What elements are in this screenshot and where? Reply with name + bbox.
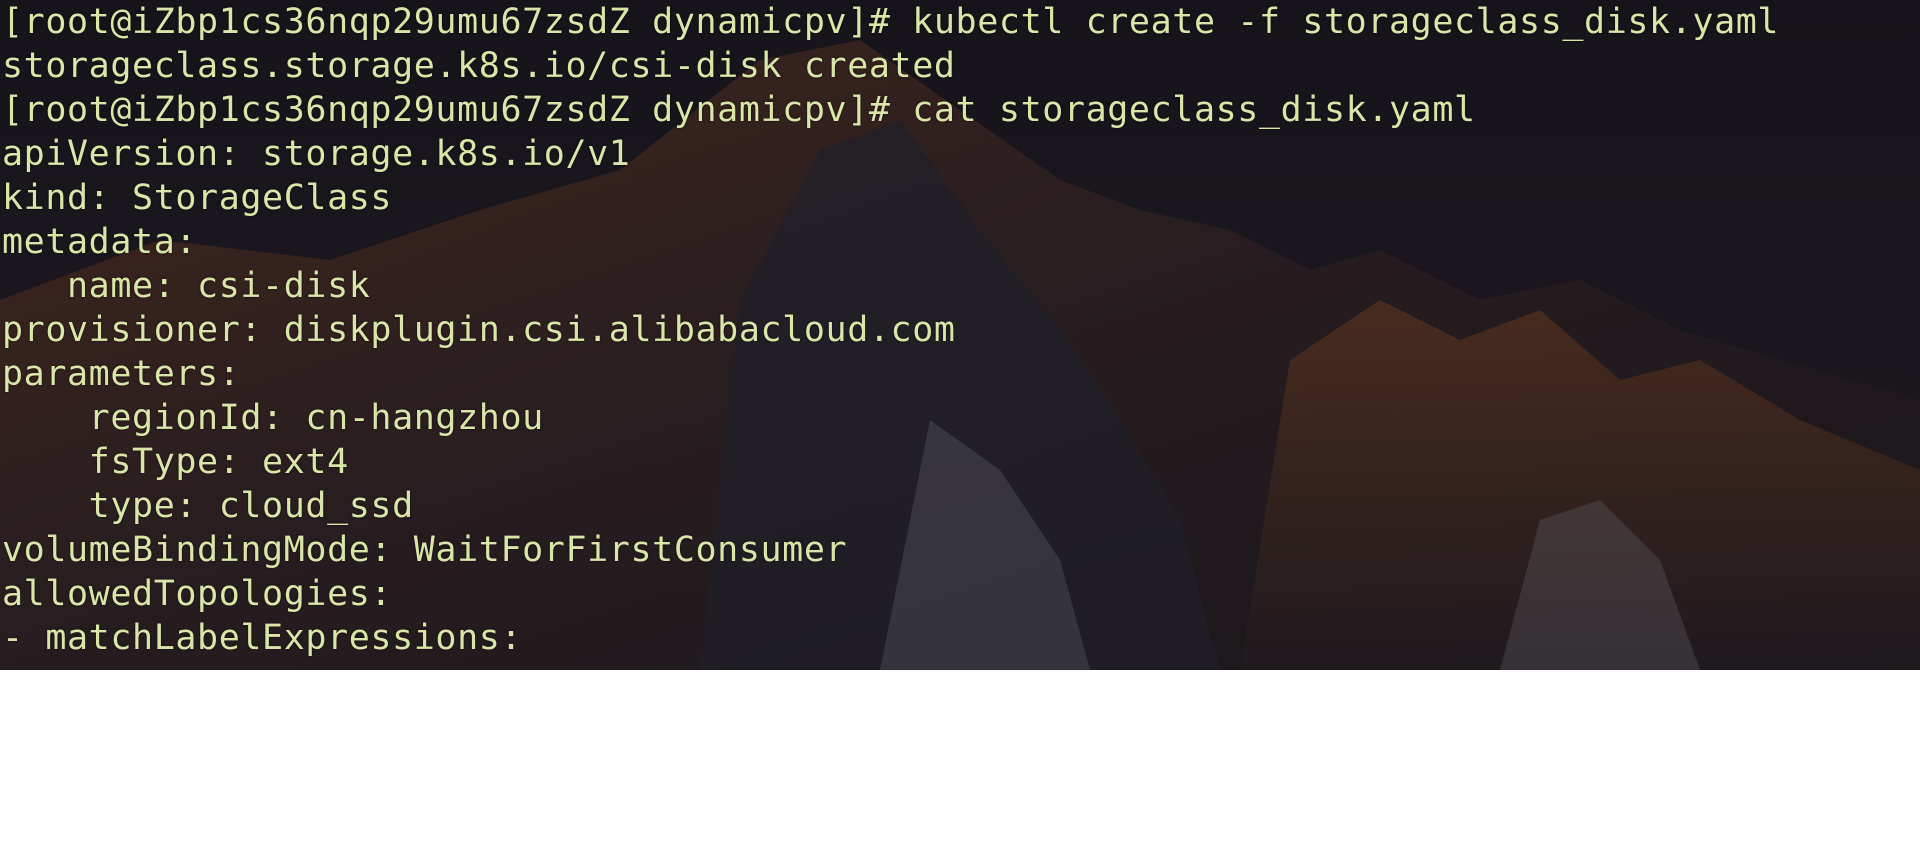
terminal-line: [root@iZbp1cs36nqp29umu67zsdZ dynamicpv]… — [2, 2, 1780, 42]
terminal-line: name: csi-disk — [2, 266, 371, 306]
terminal-line: type: cloud_ssd — [2, 486, 414, 526]
terminal-line: fsType: ext4 — [2, 442, 349, 482]
terminal-output: [root@iZbp1cs36nqp29umu67zsdZ dynamicpv]… — [2, 0, 1779, 660]
terminal-line: apiVersion: storage.k8s.io/v1 — [2, 134, 631, 174]
terminal-line: regionId: cn-hangzhou — [2, 398, 544, 438]
terminal-line: metadata: — [2, 222, 198, 262]
terminal-line: storageclass.storage.k8s.io/csi-disk cre… — [2, 46, 956, 86]
terminal-line: kind: StorageClass — [2, 178, 393, 218]
terminal-line: parameters: — [2, 354, 241, 394]
terminal-line: [root@iZbp1cs36nqp29umu67zsdZ dynamicpv]… — [2, 90, 1476, 130]
terminal-line: provisioner: diskplugin.csi.alibabacloud… — [2, 310, 956, 350]
terminal-line: allowedTopologies: — [2, 574, 393, 614]
blank-area — [0, 670, 1920, 842]
terminal-line: - matchLabelExpressions: — [2, 618, 523, 658]
terminal-window[interactable]: [root@iZbp1cs36nqp29umu67zsdZ dynamicpv]… — [0, 0, 1920, 670]
terminal-line: volumeBindingMode: WaitForFirstConsumer — [2, 530, 848, 570]
